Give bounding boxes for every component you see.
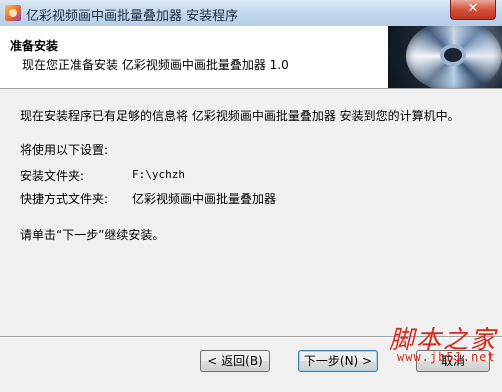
shortcut-folder-label: 快捷方式文件夹: — [20, 192, 109, 206]
button-divider — [0, 336, 502, 338]
wizard-header: 准备安装 现在您正准备安装 亿彩视频画中画批量叠加器 1.0 — [0, 26, 502, 89]
back-button[interactable]: < 返回(B) — [200, 350, 270, 372]
cd-disc-icon — [406, 26, 502, 88]
intro-text: 现在安装程序已有足够的信息将 亿彩视频画中画批量叠加器 安装到您的计算机中。 — [20, 109, 460, 123]
instruction-text: 请单击“下一步”继续安装。 — [20, 228, 165, 242]
install-folder-value: F:\ychzh — [132, 168, 185, 181]
installer-window: 亿彩视频画中画批量叠加器 安装程序 ✕ 准备安装 现在您正准备安装 亿彩视频画中… — [0, 0, 502, 392]
title-bar[interactable]: 亿彩视频画中画批量叠加器 安装程序 ✕ — [0, 0, 502, 26]
page-title: 准备安装 — [10, 39, 59, 53]
window-title: 亿彩视频画中画批量叠加器 安装程序 — [26, 9, 239, 24]
dialog-body: 准备安装 现在您正准备安装 亿彩视频画中画批量叠加器 1.0 现在安装程序已有足… — [0, 26, 502, 392]
settings-heading: 将使用以下设置: — [20, 143, 109, 157]
cancel-button[interactable]: 取消 — [416, 350, 490, 372]
page-subtitle: 现在您正准备安装 亿彩视频画中画批量叠加器 1.0 — [22, 58, 289, 72]
install-folder-label: 安装文件夹: — [20, 169, 85, 183]
cd-disc-image — [388, 26, 502, 88]
close-button[interactable]: ✕ — [450, 0, 496, 20]
next-button[interactable]: 下一步(N) > — [298, 350, 378, 372]
shortcut-folder-value: 亿彩视频画中画批量叠加器 — [132, 192, 277, 206]
app-icon — [5, 5, 21, 21]
